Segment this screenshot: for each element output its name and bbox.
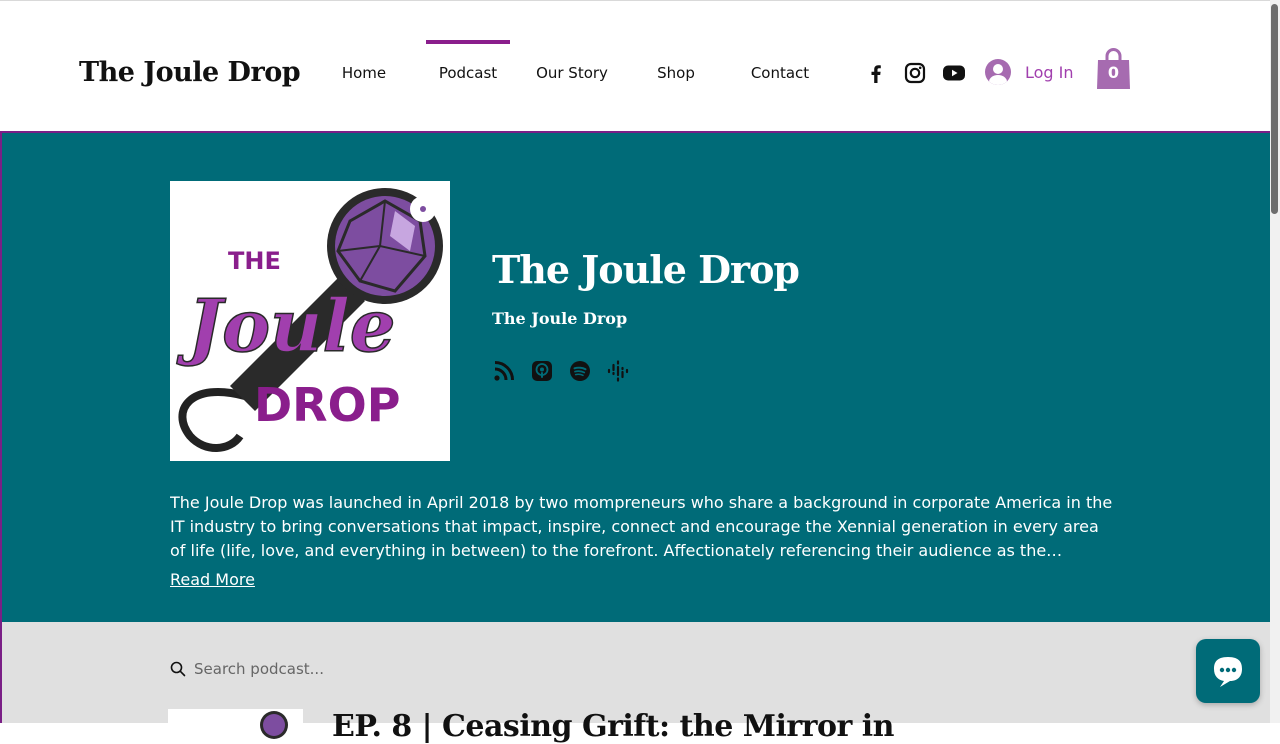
episode-title[interactable]: EP. 8 | Ceasing Grift: the Mirror in — [332, 709, 894, 744]
episodes-section — [0, 622, 1276, 723]
instagram-icon[interactable] — [903, 61, 927, 85]
search-input[interactable] — [194, 660, 494, 678]
podcast-author: The Joule Drop — [492, 309, 628, 328]
avatar-icon — [985, 59, 1011, 85]
rss-icon[interactable] — [492, 359, 516, 383]
episode-thumbnail[interactable] — [168, 709, 303, 739]
cover-word-the: THE — [228, 247, 281, 275]
facebook-icon[interactable] — [864, 61, 888, 85]
site-logo-text[interactable]: The Joule Drop — [79, 57, 301, 88]
chat-button[interactable] — [1196, 639, 1260, 703]
apple-podcasts-icon[interactable] — [530, 359, 554, 383]
podcast-search — [170, 660, 494, 678]
site-header: The Joule Drop Home Podcast Our Story Sh… — [0, 0, 1270, 132]
page-scrollbar-thumb[interactable] — [1271, 4, 1278, 214]
podcast-title: The Joule Drop — [492, 247, 800, 292]
read-more-link[interactable]: Read More — [170, 570, 255, 589]
cover-word-joule: Joule — [176, 283, 396, 368]
google-podcasts-icon[interactable] — [606, 359, 630, 383]
cart-count: 0 — [1107, 63, 1120, 82]
login-button[interactable]: Log In — [985, 59, 1074, 85]
cover-word-drop: DROP — [254, 378, 400, 432]
nav-our-story[interactable]: Our Story — [536, 64, 608, 82]
nav-home[interactable]: Home — [342, 64, 386, 82]
nav-podcast[interactable]: Podcast — [439, 64, 497, 82]
nav-active-indicator — [426, 40, 510, 44]
spotify-icon[interactable] — [568, 359, 592, 383]
chat-bubble-icon — [1214, 657, 1242, 687]
podcast-cover-art: THE Joule DROP — [170, 181, 450, 461]
podcast-description: The Joule Drop was launched in April 201… — [170, 493, 1113, 560]
nav-contact[interactable]: Contact — [751, 64, 809, 82]
search-icon — [170, 661, 186, 677]
login-label: Log In — [1025, 62, 1074, 82]
cart-button[interactable]: 0 — [1096, 46, 1131, 90]
podcast-hero: THE Joule DROP The Joule Drop The Joule … — [0, 131, 1276, 622]
nav-shop[interactable]: Shop — [657, 64, 695, 82]
platform-links — [492, 359, 630, 383]
youtube-icon[interactable] — [942, 61, 966, 85]
